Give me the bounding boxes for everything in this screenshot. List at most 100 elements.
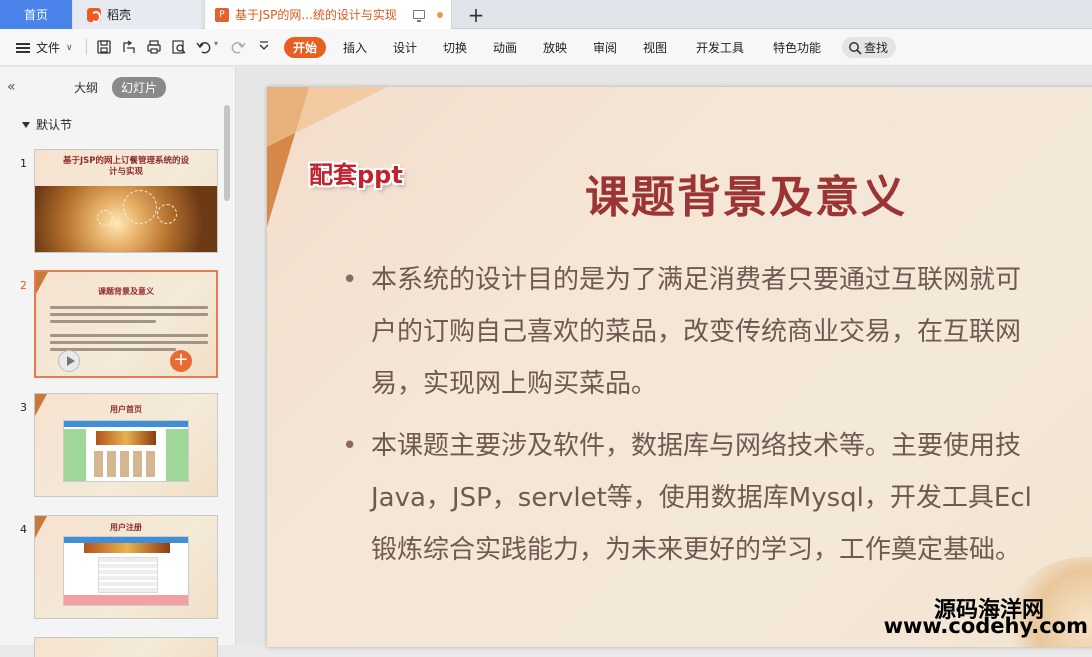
redo-icon[interactable] bbox=[230, 39, 246, 55]
section-header[interactable]: 默认节 bbox=[22, 116, 72, 133]
print-icon[interactable] bbox=[146, 39, 162, 55]
ribbon-tab-features[interactable]: 特色功能 bbox=[773, 37, 821, 58]
ribbon-tab-label: 特色功能 bbox=[773, 41, 822, 55]
search-label: 查找 bbox=[864, 41, 889, 55]
mini-webpage-screenshot bbox=[63, 420, 189, 482]
slide-thumbnail-5[interactable] bbox=[34, 637, 218, 657]
slide-bullet-2[interactable]: 本课题主要涉及软件，数据库与网络技术等。主要使用技 Java，JSP，servl… bbox=[371, 420, 1092, 576]
tab-daoke-label: 稻壳 bbox=[107, 8, 132, 22]
slide-thumbnail-3[interactable]: 用户首页 bbox=[34, 393, 218, 497]
plus-icon: + bbox=[467, 2, 485, 27]
file-menu-button[interactable]: 文件 ∨ bbox=[16, 37, 73, 58]
bullet-line: Java，JSP，servlet等，使用数据库Mysql，开发工具Ecl bbox=[371, 483, 1032, 513]
section-label: 默认节 bbox=[36, 118, 73, 132]
slide-thumbnail-4[interactable]: 用户注册 bbox=[34, 515, 218, 619]
thumbnail-text-line bbox=[50, 306, 208, 309]
mini-footer bbox=[64, 595, 188, 605]
print-preview-icon[interactable] bbox=[171, 39, 187, 55]
ribbon-tab-design[interactable]: 设计 bbox=[393, 37, 417, 58]
bullet-marker: • bbox=[342, 265, 358, 295]
mini-food-banner bbox=[84, 543, 170, 553]
ribbon-tab-insert[interactable]: 插入 bbox=[343, 37, 367, 58]
dandelion-shape bbox=[97, 210, 113, 226]
thumbnail-title: 课题背景及意义 bbox=[98, 287, 154, 296]
bullet-marker: • bbox=[342, 431, 358, 461]
search-button[interactable]: 查找 bbox=[842, 37, 897, 58]
tab-home[interactable]: 首页 bbox=[0, 0, 72, 29]
tab-bar: 首页 稻壳 P 基于JSP的网...统的设计与实现 + bbox=[0, 0, 1092, 29]
daoke-logo-icon bbox=[87, 7, 101, 23]
slides-view-tab[interactable]: 幻灯片 bbox=[112, 77, 167, 98]
slide-badge[interactable]: 配套ppt bbox=[309, 155, 403, 190]
monitor-icon[interactable] bbox=[412, 10, 425, 22]
ribbon-tab-slideshow[interactable]: 放映 bbox=[543, 37, 567, 58]
mini-sidebar bbox=[64, 429, 86, 481]
mini-sidebar bbox=[166, 429, 188, 481]
ribbon-tab-label: 放映 bbox=[543, 41, 568, 55]
ribbon-tab-review[interactable]: 审阅 bbox=[593, 37, 617, 58]
mini-webpage-screenshot bbox=[63, 536, 189, 606]
slide-thumbnail-1[interactable]: 基于JSP的网上订餐管理系统的设计与实现 bbox=[34, 149, 218, 253]
thumbnail-text-line bbox=[50, 313, 208, 316]
slide-number: 2 bbox=[20, 279, 27, 292]
slide-number: 3 bbox=[20, 401, 27, 414]
collapse-panel-icon[interactable]: « bbox=[7, 79, 16, 95]
mini-registration-form bbox=[98, 557, 158, 593]
slide-bullet-1[interactable]: 本系统的设计目的是为了满足消费者只要通过互联网就可 户的订购自己喜欢的菜品，改变… bbox=[371, 254, 1092, 410]
tab-document-label: 基于JSP的网...统的设计与实现 bbox=[235, 8, 397, 22]
ribbon-tab-label: 视图 bbox=[643, 41, 668, 55]
ribbon-tab-animation[interactable]: 动画 bbox=[493, 37, 517, 58]
thumbnail-text-line bbox=[50, 320, 156, 323]
watermark-url: www.codehy.com bbox=[883, 614, 1088, 638]
mini-food-banner bbox=[96, 431, 156, 445]
unsaved-dot-icon bbox=[436, 11, 443, 18]
more-tools-icon[interactable] bbox=[256, 39, 272, 55]
ribbon-tab-view[interactable]: 视图 bbox=[643, 37, 667, 58]
new-tab-button[interactable]: + bbox=[462, 0, 490, 29]
ribbon-tab-label: 开始 bbox=[293, 41, 318, 55]
ribbon-tab-label: 开发工具 bbox=[696, 41, 745, 55]
file-menu-label: 文件 bbox=[36, 41, 61, 55]
chevron-down-icon: ∨ bbox=[66, 42, 73, 53]
slide-number: 1 bbox=[20, 157, 27, 170]
thumbnail-title: 用户注册 bbox=[110, 523, 142, 532]
toolbar-divider bbox=[86, 39, 87, 55]
bullet-line: 锻炼综合实践能力，为未来更好的学习，工作奠定基础。 bbox=[371, 535, 1022, 565]
tab-document[interactable]: P 基于JSP的网...统的设计与实现 bbox=[204, 0, 452, 29]
bullet-line: 本系统的设计目的是为了满足消费者只要通过互联网就可 bbox=[371, 265, 1022, 295]
thumbnail-text-line bbox=[50, 334, 208, 337]
dandelion-shape bbox=[157, 204, 177, 224]
bullet-line: 易，实现网上购买菜品。 bbox=[371, 369, 658, 399]
thumbnail-title: 基于JSP的网上订餐管理系统的设计与实现 bbox=[62, 156, 189, 177]
play-slide-button[interactable] bbox=[58, 350, 80, 372]
search-icon bbox=[849, 41, 862, 55]
ribbon-tab-start[interactable]: 开始 bbox=[284, 37, 327, 58]
slide-number: 4 bbox=[20, 523, 27, 536]
presentation-file-icon: P bbox=[215, 7, 229, 22]
dandelion-photo bbox=[35, 186, 217, 252]
thumbnail-title: 用户首页 bbox=[110, 405, 142, 414]
tab-daoke[interactable]: 稻壳 bbox=[73, 0, 201, 29]
bullet-line: 户的订购自己喜欢的菜品，改变传统商业交易，在互联网 bbox=[371, 317, 1022, 347]
slide-corner-decoration bbox=[267, 87, 387, 147]
current-slide[interactable]: 配套ppt 课题背景及意义 • 本系统的设计目的是为了满足消费者只要通过互联网就… bbox=[267, 87, 1092, 647]
slide-title[interactable]: 课题背景及意义 bbox=[585, 161, 907, 225]
outline-view-tab[interactable]: 大纲 bbox=[74, 79, 98, 96]
export-icon[interactable] bbox=[121, 39, 137, 55]
slide-editing-canvas: 配套ppt 课题背景及意义 • 本系统的设计目的是为了满足消费者只要通过互联网就… bbox=[237, 67, 1092, 647]
panel-scrollbar[interactable] bbox=[224, 105, 230, 201]
undo-icon[interactable] bbox=[196, 39, 212, 55]
ribbon-tab-label: 设计 bbox=[393, 41, 418, 55]
ribbon-tab-developer[interactable]: 开发工具 bbox=[696, 37, 744, 58]
slide-thumbnail-2[interactable]: 课题背景及意义 + bbox=[34, 270, 218, 378]
add-slide-button[interactable]: + bbox=[170, 350, 192, 372]
undo-dropdown-icon[interactable]: ▾ bbox=[214, 39, 218, 48]
ribbon-tab-label: 审阅 bbox=[593, 41, 618, 55]
ribbon-tab-transition[interactable]: 切换 bbox=[443, 37, 467, 58]
ribbon-menu-bar: 文件 ∨ ▾ 开始 插入 设计 切换 动画 放映 审阅 视图 开发工具 特色功能… bbox=[0, 29, 1092, 66]
tab-home-label: 首页 bbox=[23, 8, 48, 22]
section-collapse-icon bbox=[22, 121, 30, 128]
ribbon-tab-label: 切换 bbox=[443, 41, 468, 55]
save-icon[interactable] bbox=[96, 39, 112, 55]
hamburger-icon bbox=[16, 42, 30, 53]
